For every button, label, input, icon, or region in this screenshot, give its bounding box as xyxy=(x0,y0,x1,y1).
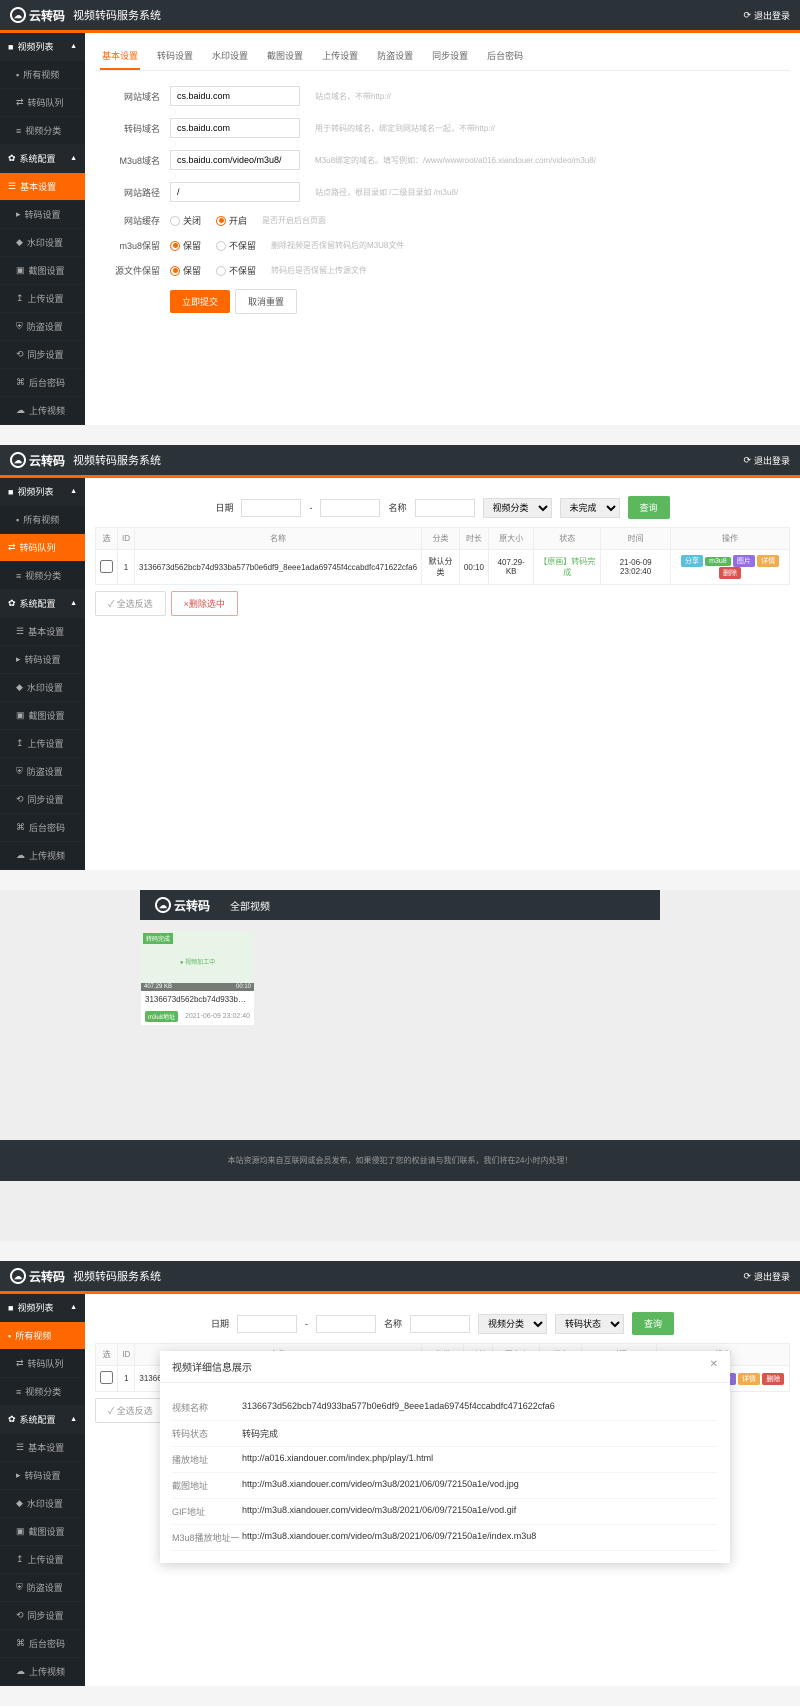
query-button[interactable]: 查询 xyxy=(628,496,670,519)
name-input[interactable] xyxy=(415,499,475,517)
card-title: 3136673d562bcb74d933ba5... xyxy=(141,991,254,1008)
panel-queue: ☁云转码视频转码服务系统 ⟳ 退出登录 ■ 视频列表▲ ▪ 所有视频 ⇄ 转码队… xyxy=(0,445,800,870)
status-select[interactable]: 未完成 xyxy=(560,498,620,518)
logout-link-2[interactable]: ⟳ 退出登录 xyxy=(743,454,790,467)
input-m3u8-domain[interactable] xyxy=(170,150,300,170)
submit-button[interactable]: 立即提交 xyxy=(170,290,230,313)
header: ☁云转码 视频转码服务系统 ⟳ 退出登录 xyxy=(0,0,800,30)
select-all-button[interactable]: ✓ 全选反选 xyxy=(95,591,166,616)
modal-title: 视频详细信息展示 xyxy=(172,1359,252,1374)
panel-frontend: ☁云转码 全部视频 转码完成 ● 视频加工中 407.29 KB00:10 31… xyxy=(0,890,800,1241)
input-path[interactable] xyxy=(170,182,300,202)
sidebar-item-all-active[interactable]: ▪ 所有视频 xyxy=(0,1322,85,1350)
tab-password[interactable]: 后台密码 xyxy=(485,43,525,70)
filter-bar: 日期 - 名称 视频分类 未完成 查询 xyxy=(95,488,790,527)
op-share[interactable]: 分享 xyxy=(681,555,703,567)
video-name: 3136673d562bcb74d933ba577b0e6df9_8eee1ad… xyxy=(135,550,422,585)
thumb-status-badge: 转码完成 xyxy=(143,933,173,944)
sidebar-item-all-videos[interactable]: ▪ 所有视频 xyxy=(0,61,85,89)
detail-modal: 视频详细信息展示 ✕ 视频名称3136673d562bcb74d933ba577… xyxy=(160,1351,730,1563)
tab-antitheft[interactable]: 防盗设置 xyxy=(375,43,415,70)
input-trans-domain[interactable] xyxy=(170,118,300,138)
video-card[interactable]: 转码完成 ● 视频加工中 407.29 KB00:10 3136673d562b… xyxy=(140,930,255,1026)
date-from[interactable] xyxy=(241,499,301,517)
m3u8-tag[interactable]: m3u8地址 xyxy=(145,1011,178,1022)
sidebar-item-antitheft[interactable]: ⛨ 防盗设置 xyxy=(0,313,85,341)
delete-selected-button[interactable]: ×删除选中 xyxy=(171,591,238,616)
tab-watermark[interactable]: 水印设置 xyxy=(210,43,250,70)
tab-sync[interactable]: 同步设置 xyxy=(430,43,470,70)
card-date: 2021-06-09 23:02:40 xyxy=(185,1013,250,1020)
op-delete[interactable]: 删除 xyxy=(719,567,741,579)
cloud-icon: ☁ xyxy=(10,7,26,23)
panel-detail: ☁云转码视频转码服务系统 ⟳ 退出登录 ■ 视频列表▲ ▪ 所有视频 ⇄ 转码队… xyxy=(0,1261,800,1686)
label-domain: 网站域名 xyxy=(105,90,160,103)
radio-cache-off[interactable]: 关闭 xyxy=(170,214,201,227)
op-detail[interactable]: 详情 xyxy=(757,555,779,567)
op-m3u8[interactable]: m3u8 xyxy=(705,557,731,566)
sidebar-item-queue[interactable]: ⇄ 转码队列 xyxy=(0,89,85,117)
label-m3u8-domain: M3u8域名 xyxy=(105,154,160,167)
sidebar-item-queue-active[interactable]: ⇄ 转码队列 xyxy=(0,534,85,562)
tab-upload[interactable]: 上传设置 xyxy=(320,43,360,70)
radio-cache-on[interactable]: 开启 xyxy=(216,214,247,227)
sidebar-item-transcode[interactable]: ▸ 转码设置 xyxy=(0,201,85,229)
radio-src-keep[interactable]: 保留 xyxy=(170,264,201,277)
tab-transcode[interactable]: 转码设置 xyxy=(155,43,195,70)
radio-src-nokeep[interactable]: 不保留 xyxy=(216,264,256,277)
sidebar-item-watermark[interactable]: ◆ 水印设置 xyxy=(0,229,85,257)
settings-form: 网站域名站点域名，不带http:// 转码域名用于转码的域名，绑定到网站域名一起… xyxy=(95,71,790,341)
table-row: 1 3136673d562bcb74d933ba577b0e6df9_8eee1… xyxy=(96,550,790,585)
input-domain[interactable] xyxy=(170,86,300,106)
reset-button[interactable]: 取消重置 xyxy=(235,289,297,314)
sidebar-item-screenshot[interactable]: ▣ 截图设置 xyxy=(0,257,85,285)
ops-cell: 分享 m3u8 图片 详情 删除 xyxy=(671,550,790,585)
date-to[interactable] xyxy=(320,499,380,517)
logout-link[interactable]: ⟳ 退出登录 xyxy=(743,9,790,22)
sidebar-item-upload-video[interactable]: ☁ 上传视频 xyxy=(0,397,85,425)
sidebar-group-video[interactable]: ■ 视频列表▲ xyxy=(0,33,85,61)
row-checkbox[interactable] xyxy=(100,560,113,573)
sidebar-item-password[interactable]: ⌘ 后台密码 xyxy=(0,369,85,397)
radio-m3u8-keep[interactable]: 保留 xyxy=(170,239,201,252)
label-trans-domain: 转码域名 xyxy=(105,122,160,135)
sidebar-item-sync[interactable]: ⟲ 同步设置 xyxy=(0,341,85,369)
category-select[interactable]: 视频分类 xyxy=(483,498,552,518)
footer-text: 本站资源均来自互联网或会员发布，如果侵犯了您的权益请与我们联系，我们将在24小时… xyxy=(0,1140,800,1181)
panel-settings: ☁云转码 视频转码服务系统 ⟳ 退出登录 ■ 视频列表▲ ▪ 所有视频 ⇄ 转码… xyxy=(0,0,800,425)
status-cell: 【原画】转码完成 xyxy=(534,550,601,585)
sidebar-item-category[interactable]: ≡ 视频分类 xyxy=(0,117,85,145)
label-path: 网站路径 xyxy=(105,186,160,199)
hint-domain: 站点域名，不带http:// xyxy=(315,91,391,102)
tab-basic[interactable]: 基本设置 xyxy=(100,43,140,70)
modal-close-icon[interactable]: ✕ xyxy=(710,1359,718,1374)
radio-m3u8-nokeep[interactable]: 不保留 xyxy=(216,239,256,252)
nav-all-videos[interactable]: 全部视频 xyxy=(230,898,270,913)
op-img[interactable]: 图片 xyxy=(733,555,755,567)
video-thumbnail: 转码完成 ● 视频加工中 407.29 KB00:10 xyxy=(141,931,254,991)
tabs: 基本设置 转码设置 水印设置 截图设置 上传设置 防盗设置 同步设置 后台密码 xyxy=(95,43,790,71)
sidebar-item-basic[interactable]: ☰ 基本设置 xyxy=(0,173,85,201)
app-title: 视频转码服务系统 xyxy=(73,7,161,23)
sidebar-item-upload[interactable]: ↥ 上传设置 xyxy=(0,285,85,313)
frontend-header: ☁云转码 全部视频 xyxy=(140,890,660,920)
logo: ☁云转码 xyxy=(10,7,65,24)
tab-screenshot[interactable]: 截图设置 xyxy=(265,43,305,70)
video-table: 选ID名称分类时长原大小状态时间操作 1 3136673d562bcb74d93… xyxy=(95,527,790,585)
sidebar-group-config[interactable]: ✿ 系统配置▲ xyxy=(0,145,85,173)
sidebar: ■ 视频列表▲ ▪ 所有视频 ⇄ 转码队列 ≡ 视频分类 ✿ 系统配置▲ ☰ 基… xyxy=(0,33,85,425)
